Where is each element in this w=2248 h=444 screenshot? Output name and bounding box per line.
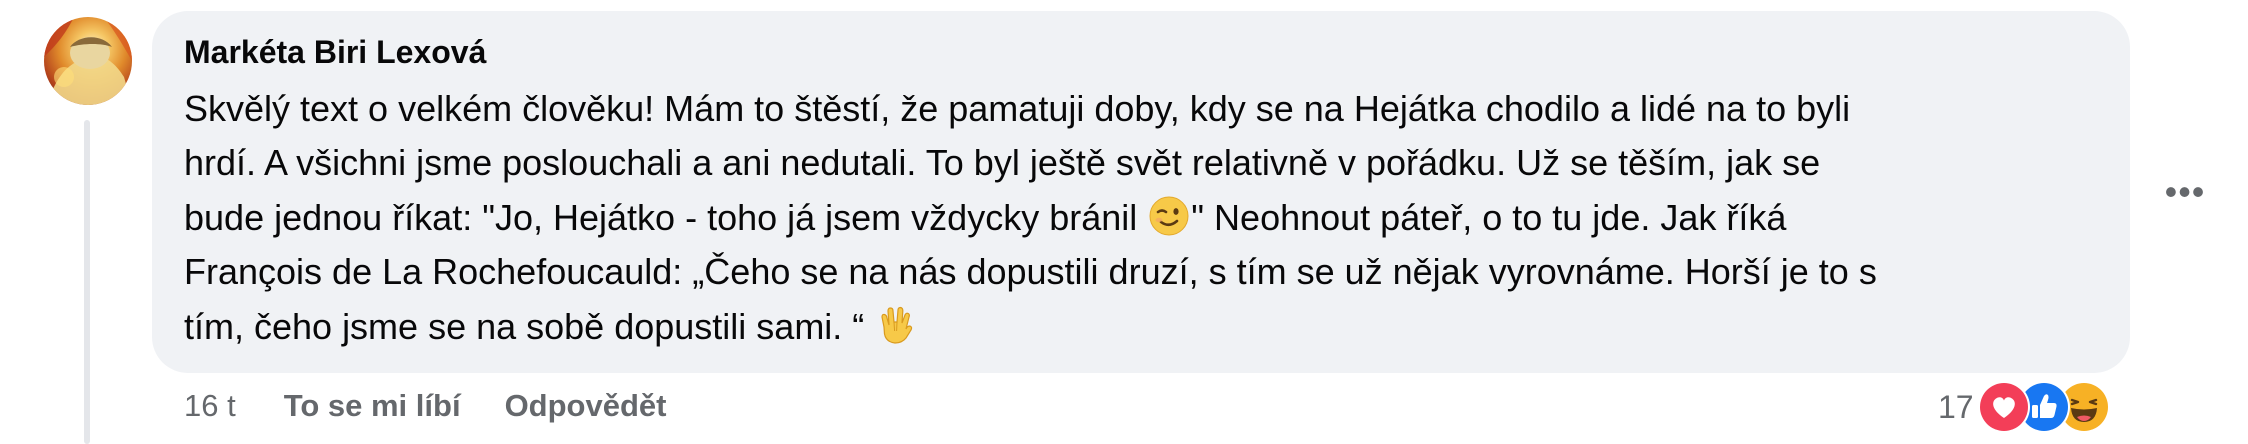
comment-thread: Markéta Biri Lexová Skvělý text o velkém… — [0, 0, 2248, 444]
avatar[interactable] — [44, 17, 132, 105]
comment-text: Skvělý text o velkém člověku! Mám to ště… — [184, 82, 2114, 354]
love-reaction-icon — [1977, 381, 2030, 433]
comment-timestamp[interactable]: 16 t — [184, 388, 236, 424]
more-options-icon: ••• — [2164, 171, 2206, 212]
reply-button[interactable]: Odpovědět — [505, 388, 667, 424]
reactions-summary[interactable]: 17 — [1938, 381, 2156, 433]
reaction-icons — [1977, 381, 2156, 433]
comment-text-line: bude jednou říkat: "Jo, Hejátko - toho j… — [184, 191, 2114, 245]
winking-face-emoji — [1149, 196, 1189, 236]
comment-text-line: Skvělý text o velkém člověku! Mám to ště… — [184, 88, 1851, 129]
vulcan-salute-emoji — [876, 305, 916, 345]
comment-text-segment: tím, čeho jsme se na sobě dopustili sami… — [184, 305, 865, 347]
thread-connector-line — [84, 120, 90, 444]
more-options-button[interactable]: ••• — [2156, 170, 2214, 214]
comment-text-segment: " Neohnout páteř, o to tu jde. Jak říká — [1191, 196, 1787, 238]
reaction-count: 17 — [1938, 388, 1974, 425]
comment-text-line: François de La Rochefoucauld: „Čeho se n… — [184, 251, 1877, 293]
comment-text-line: tím, čeho jsme se na sobě dopustili sami… — [184, 300, 2114, 354]
comment-actions: 16 t To se mi líbí Odpovědět — [184, 386, 666, 426]
comment-text-segment: bude jednou říkat: "Jo, Hejátko - toho j… — [184, 196, 1138, 238]
like-button[interactable]: To se mi líbí — [284, 388, 461, 424]
comment-author-name[interactable]: Markéta Biri Lexová — [184, 32, 486, 72]
comment-text-line: hrdí. A všichni jsme poslouchali a ani n… — [184, 142, 1821, 184]
